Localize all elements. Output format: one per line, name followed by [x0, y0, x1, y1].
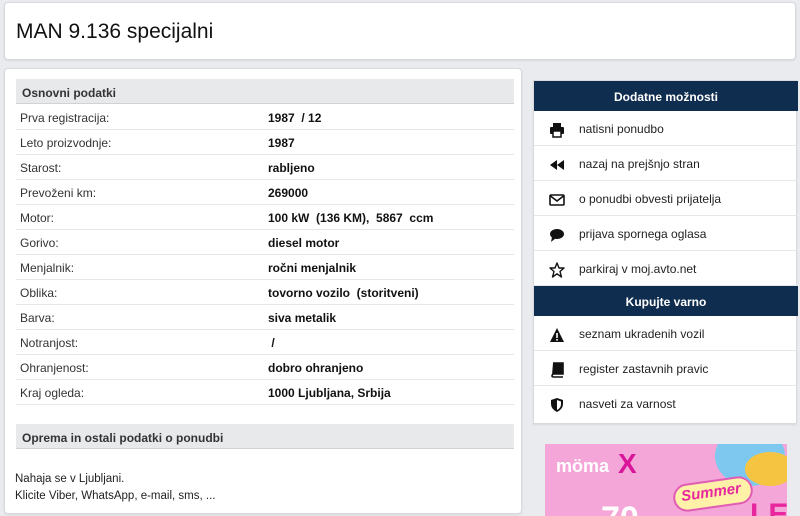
row-label: Leto proizvodnje:: [20, 136, 112, 150]
shield-icon: [551, 398, 563, 412]
report-ad-link[interactable]: prijava spornega oglasa: [534, 216, 798, 251]
row-label: Gorivo:: [20, 236, 59, 250]
option-label: natisni ponudbo: [579, 122, 664, 136]
ad-brand: möma: [556, 456, 610, 476]
row-viewing-location: Kraj ogleda: 1000 Ljubljana, Srbija: [16, 380, 514, 405]
row-label: Oblika:: [20, 286, 58, 300]
safety-tips-link[interactable]: nasveti za varnost: [534, 386, 798, 421]
backward-icon: [550, 160, 564, 170]
row-value: 269000: [268, 186, 309, 200]
option-label: prijava spornega oglasa: [579, 227, 707, 241]
row-age: Starost: rabljeno: [16, 155, 514, 180]
row-fuel: Gorivo: diesel motor: [16, 230, 514, 255]
warning-icon: [550, 328, 564, 342]
row-label: Motor:: [20, 211, 55, 225]
star-icon: [549, 262, 565, 278]
page-title: MAN 9.136 specijalni: [16, 20, 214, 43]
title-card: MAN 9.136 specijalni: [4, 2, 796, 60]
advertisement-banner[interactable]: möma X Summer 70 LE: [545, 444, 787, 516]
row-label: Prevoženi km:: [20, 186, 97, 200]
row-label: Ohranjenost:: [20, 361, 89, 375]
row-first-registration: Prva registracija: 1987 / 12: [16, 105, 514, 130]
go-back-link[interactable]: nazaj na prejšnjo stran: [534, 146, 798, 181]
park-link[interactable]: parkiraj v moj.avto.net: [534, 251, 798, 286]
option-label: parkiraj v moj.avto.net: [579, 262, 697, 276]
row-value: diesel motor: [268, 236, 340, 250]
row-label: Kraj ogleda:: [20, 386, 85, 400]
description-line: Klicite Viber, WhatsApp, e-mail, sms, ..…: [15, 490, 216, 502]
equipment-header: Oprema in ostali podatki o ponudbi: [16, 424, 514, 449]
ad-brand-x: X: [618, 448, 637, 479]
row-label: Barva:: [20, 311, 55, 325]
option-label: nazaj na prejšnjo stran: [579, 157, 700, 171]
row-value: 1987 / 12: [268, 111, 322, 125]
ad-big-text: LE: [750, 498, 787, 516]
row-value: 100 kW (136 KM), 5867 ccm: [268, 211, 434, 225]
ad-big-text: 70: [601, 500, 639, 516]
row-value: /: [268, 336, 275, 350]
row-mileage: Prevoženi km: 269000: [16, 180, 514, 205]
option-label: seznam ukradenih vozil: [579, 327, 705, 341]
row-label: Prva registracija:: [20, 111, 110, 125]
row-label: Starost:: [20, 161, 62, 175]
row-value: rabljeno: [268, 161, 315, 175]
stolen-vehicles-link[interactable]: seznam ukradenih vozil: [534, 316, 798, 351]
row-value: tovorno vozilo (storitveni): [268, 286, 419, 300]
row-value: 1000 Ljubljana, Srbija: [268, 386, 391, 400]
row-value: ročni menjalnik: [268, 261, 357, 275]
row-color: Barva: siva metalik: [16, 305, 514, 330]
comment-icon: [550, 229, 564, 242]
option-label: register zastavnih pravic: [579, 362, 709, 376]
sidebar-options-card: Dodatne možnosti natisni ponudbo nazaj n…: [533, 80, 798, 424]
print-offer-link[interactable]: natisni ponudbo: [534, 111, 798, 146]
book-icon: [551, 362, 564, 378]
ad-decoration: [745, 452, 787, 486]
listing-description: Nahaja se v Ljubljani. Klicite Viber, Wh…: [15, 471, 215, 505]
options-header: Dodatne možnosti: [534, 81, 798, 111]
pledge-register-link[interactable]: register zastavnih pravic: [534, 351, 798, 386]
row-transmission: Menjalnik: ročni menjalnik: [16, 255, 514, 280]
listing-details-card: Osnovni podatki Prva registracija: 1987 …: [4, 68, 522, 514]
row-engine: Motor: 100 kW (136 KM), 5867 ccm: [16, 205, 514, 230]
row-label: Notranjost:: [20, 336, 79, 350]
option-label: nasveti za varnost: [579, 397, 676, 411]
row-production-year: Leto proizvodnje: 1987: [16, 130, 514, 155]
envelope-icon: [549, 194, 565, 206]
notify-friend-link[interactable]: o ponudbi obvesti prijatelja: [534, 181, 798, 216]
option-label: o ponudbi obvesti prijatelja: [579, 192, 722, 206]
row-value: siva metalik: [268, 311, 337, 325]
printer-icon: [550, 123, 564, 138]
buy-safe-header: Kupujte varno: [534, 286, 798, 316]
description-line: Nahaja se v Ljubljani.: [15, 473, 125, 485]
row-label: Menjalnik:: [20, 261, 75, 275]
row-condition: Ohranjenost: dobro ohranjeno: [16, 355, 514, 380]
row-interior: Notranjost: /: [16, 330, 514, 355]
row-value: dobro ohranjeno: [268, 361, 364, 375]
basic-data-header: Osnovni podatki: [16, 79, 514, 104]
row-body-type: Oblika: tovorno vozilo (storitveni): [16, 280, 514, 305]
row-value: 1987: [268, 136, 295, 150]
